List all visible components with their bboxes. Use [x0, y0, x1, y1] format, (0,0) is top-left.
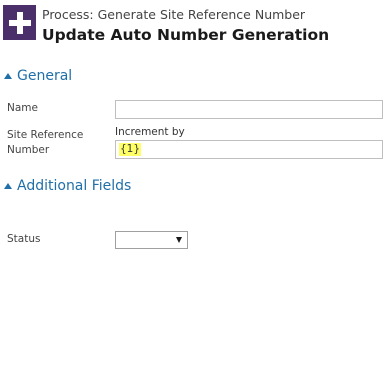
section-toggle-general[interactable]: General: [4, 68, 72, 84]
increment-by-caption: Increment by: [115, 126, 185, 138]
plus-icon-glyph: [8, 11, 31, 34]
section-title-additional-fields: Additional Fields: [17, 178, 132, 194]
name-label: Name: [7, 102, 38, 114]
site-reference-number-input[interactable]: {1}: [115, 140, 383, 159]
section-toggle-additional-fields[interactable]: Additional Fields: [4, 178, 131, 194]
status-label: Status: [7, 233, 41, 245]
increment-value: {1}: [119, 143, 142, 156]
section-title-general: General: [17, 68, 73, 84]
page-title: Update Auto Number Generation: [42, 26, 330, 44]
collapse-triangle-icon: [4, 73, 12, 79]
status-dropdown[interactable]: [115, 231, 188, 249]
dropdown-arrow-icon: [176, 237, 182, 243]
site-reference-number-label: Site Reference Number: [7, 129, 84, 156]
process-name: Process: Generate Site Reference Number: [42, 7, 306, 22]
name-input[interactable]: [115, 100, 383, 119]
plus-icon: [3, 5, 36, 40]
collapse-triangle-icon: [4, 183, 12, 189]
